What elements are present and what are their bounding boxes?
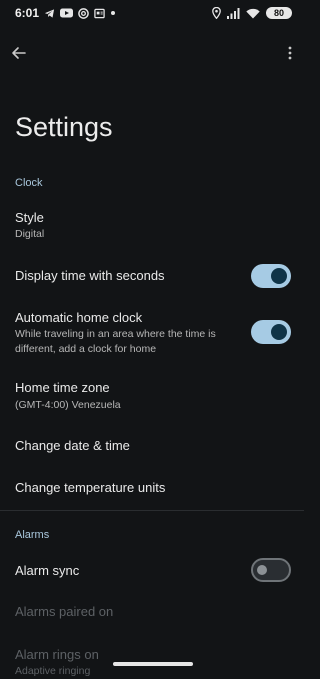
setting-alarm-sync-title: Alarm sync — [15, 563, 80, 578]
section-divider — [0, 510, 304, 511]
automatic-home-clock-toggle[interactable] — [251, 320, 291, 344]
section-header-clock: Clock — [15, 177, 43, 189]
setting-alarm-rings-on: Alarm rings on Adaptive ringing — [0, 638, 304, 679]
toggle-knob — [271, 324, 287, 340]
battery-icon: 80 — [266, 7, 292, 19]
status-bar: 6:01 80 — [0, 0, 304, 26]
setting-alarms-paired-on-title: Alarms paired on — [15, 604, 114, 619]
setting-change-temperature-units[interactable]: Change temperature units — [0, 470, 304, 504]
more-options-button[interactable] — [284, 42, 296, 64]
setting-temperature-units-title: Change temperature units — [15, 480, 166, 495]
more-vert-icon — [288, 46, 292, 60]
display-seconds-toggle[interactable] — [251, 264, 291, 288]
setting-home-time-zone[interactable]: Home time zone (GMT-4:00) Venezuela — [0, 372, 304, 420]
setting-alarm-rings-on-title: Alarm rings on — [15, 647, 99, 662]
alarm-sync-toggle[interactable] — [251, 558, 291, 582]
system-icons: 80 — [212, 5, 292, 21]
setting-alarm-rings-on-value: Adaptive ringing — [15, 665, 91, 677]
setting-automatic-home-clock[interactable]: Automatic home clock While traveling in … — [0, 303, 304, 363]
wifi-icon — [246, 8, 260, 18]
toggle-knob — [257, 565, 267, 575]
telegram-icon — [44, 8, 55, 18]
app-bar — [0, 36, 304, 70]
setting-home-clock-title: Automatic home clock — [15, 310, 143, 325]
dot-icon — [111, 11, 115, 15]
toggle-knob — [271, 268, 287, 284]
chrome-icon — [78, 7, 89, 19]
setting-home-clock-summary-1: While traveling in an area where the tim… — [15, 328, 216, 340]
setting-display-seconds-title: Display time with seconds — [15, 268, 165, 283]
setting-alarms-paired-on: Alarms paired on — [0, 596, 304, 626]
signal-icon — [227, 7, 240, 19]
setting-change-date-time[interactable]: Change date & time — [0, 428, 304, 462]
notification-icons — [44, 6, 116, 20]
setting-style[interactable]: Style Digital — [0, 202, 304, 254]
setting-home-time-zone-title: Home time zone — [15, 380, 110, 395]
gesture-home-indicator[interactable] — [113, 662, 193, 666]
setting-home-time-zone-value: (GMT-4:00) Venezuela — [15, 399, 121, 411]
location-icon — [212, 7, 221, 19]
setting-change-date-time-title: Change date & time — [15, 438, 130, 453]
setting-alarm-sync[interactable]: Alarm sync — [0, 552, 304, 588]
arrow-back-icon — [12, 47, 26, 59]
section-header-alarms: Alarms — [15, 529, 50, 541]
setting-home-clock-summary-2: different, add a clock for home — [15, 343, 157, 355]
setting-display-seconds[interactable]: Display time with seconds — [0, 256, 304, 296]
setting-style-title: Style — [15, 210, 44, 225]
news-icon — [94, 8, 105, 18]
status-time: 6:01 — [15, 6, 40, 20]
back-button[interactable] — [8, 42, 30, 64]
youtube-icon — [60, 8, 73, 18]
page-title: Settings — [15, 112, 113, 142]
setting-style-value: Digital — [15, 228, 45, 240]
